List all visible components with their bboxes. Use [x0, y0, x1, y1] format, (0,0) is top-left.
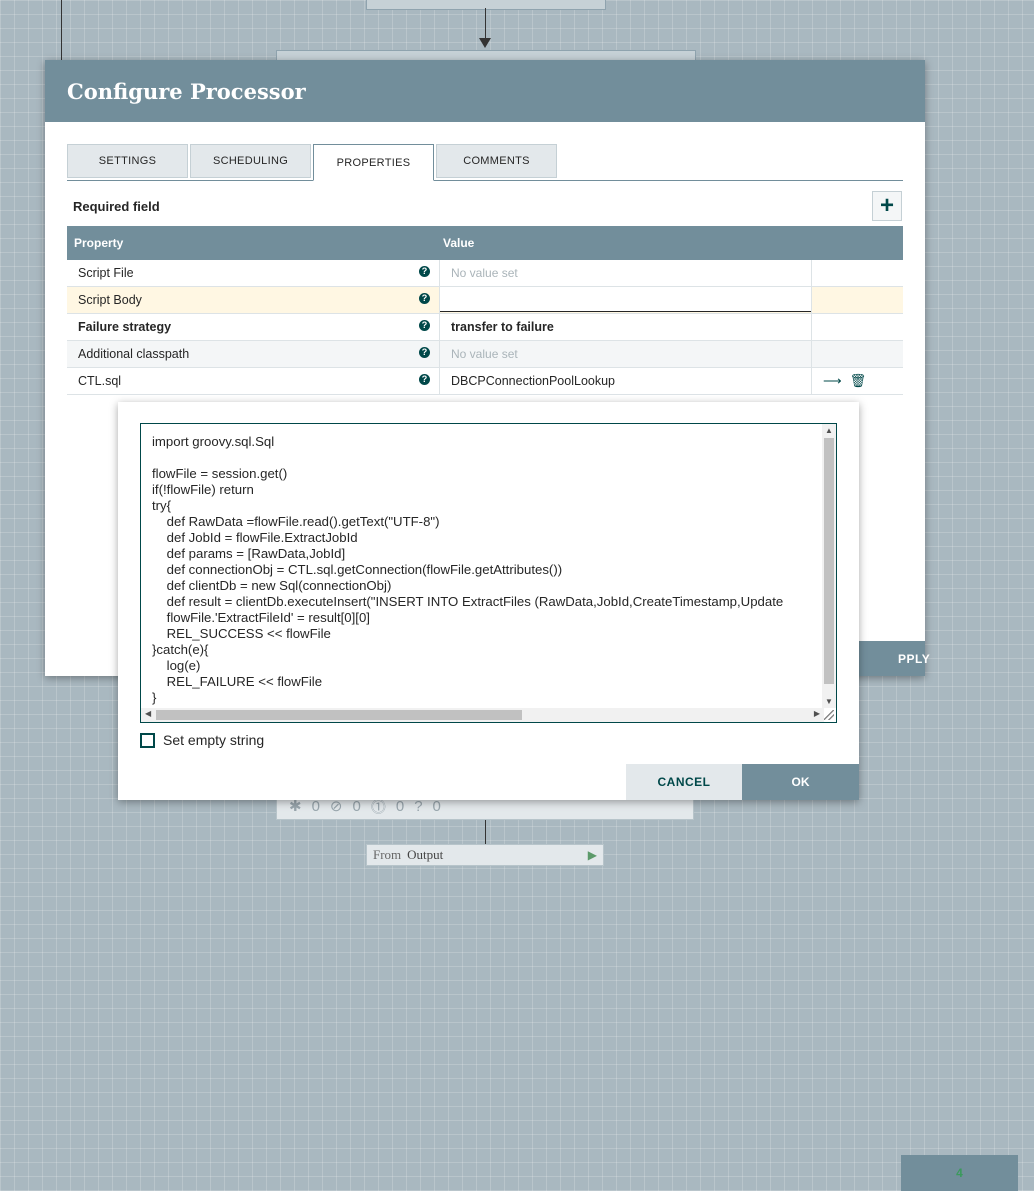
column-divider	[811, 260, 812, 286]
code-line: def params = [RawData,JobId]	[152, 546, 346, 561]
dialog-title: Configure Processor	[45, 60, 925, 122]
help-icon[interactable]: ?	[419, 293, 430, 304]
column-header-property: Property	[74, 236, 124, 250]
column-divider	[811, 314, 812, 340]
canvas-processor-top	[366, 0, 606, 10]
code-line: log(e)	[152, 658, 201, 673]
set-empty-string-label: Set empty string	[163, 732, 265, 748]
code-line: flowFile = session.get()	[152, 466, 288, 481]
code-line: def JobId = flowFile.ExtractJobId	[152, 530, 358, 545]
property-value[interactable]: DBCPConnectionPoolLookup	[451, 374, 615, 388]
scroll-left-icon[interactable]: ◀	[145, 709, 151, 718]
status-count-running: 0	[311, 797, 320, 815]
properties-table: Property Value Script File ? No value se…	[67, 226, 903, 395]
property-value[interactable]: No value set	[451, 347, 518, 361]
column-divider	[439, 314, 440, 340]
delete-trash-icon[interactable]: 🗑	[850, 373, 867, 389]
code-line: REL_SUCCESS << flowFile	[152, 626, 331, 641]
property-name: Additional classpath	[78, 347, 190, 361]
tab-properties[interactable]: PROPERTIES	[313, 144, 434, 181]
property-name: CTL.sql	[78, 374, 122, 388]
connection-arrow-icon	[479, 38, 491, 48]
code-line: try{	[152, 498, 172, 513]
column-header-value: Value	[443, 236, 475, 250]
code-line: REL_FAILURE << flowFile	[152, 674, 323, 689]
status-count-disabled: 0	[432, 797, 441, 815]
help-icon[interactable]: ?	[419, 266, 430, 277]
column-divider	[811, 287, 812, 313]
column-divider	[439, 341, 440, 367]
resize-grip-icon[interactable]	[824, 710, 834, 720]
property-value[interactable]: No value set	[451, 266, 518, 280]
status-count-invalid: 0	[395, 797, 405, 815]
output-label: Output	[407, 847, 444, 862]
code-line: }	[152, 690, 157, 705]
scroll-right-icon[interactable]: ▶	[814, 709, 820, 718]
from-label: From	[373, 847, 402, 862]
help-icon[interactable]: ?	[419, 374, 430, 385]
question-icon: ?	[414, 797, 423, 815]
help-icon[interactable]: ?	[419, 320, 430, 331]
table-row[interactable]: Additional classpath ? No value set	[67, 341, 903, 368]
column-divider	[439, 368, 440, 394]
column-divider	[811, 368, 812, 394]
tab-scheduling[interactable]: SCHEDULING	[190, 144, 311, 178]
script-body-editor: import groovy.sql.Sql flowFile = session…	[118, 402, 859, 800]
from-output-box: From Output ▶	[366, 844, 604, 866]
code-line: def connectionObj = CTL.sql.getConnectio…	[152, 562, 563, 577]
property-value-editing[interactable]	[440, 287, 811, 312]
tab-comments[interactable]: COMMENTS	[436, 144, 557, 178]
script-code: import groovy.sql.Sql flowFile = session…	[152, 434, 783, 706]
horizontal-scroll-thumb[interactable]	[156, 710, 522, 720]
status-count-stopped: 0	[352, 797, 361, 815]
status-count-valid: 4	[901, 1155, 1018, 1191]
scroll-down-icon[interactable]: ▼	[825, 697, 833, 706]
tab-settings[interactable]: SETTINGS	[67, 144, 188, 178]
horizontal-scrollbar[interactable]: ◀ ▶	[141, 708, 824, 722]
connection-line-bottom	[485, 820, 486, 844]
tab-bar: SETTINGS SCHEDULING PROPERTIES COMMENTS	[67, 144, 903, 181]
row-actions: ⟶ 🗑	[823, 373, 866, 389]
scroll-up-icon[interactable]: ▲	[825, 426, 833, 435]
table-row[interactable]: Script Body ?	[67, 287, 903, 314]
help-icon[interactable]: ?	[419, 347, 430, 358]
cancel-button[interactable]: CANCEL	[626, 764, 742, 800]
code-line: flowFile.'ExtractFileId' = result[0][0]	[152, 610, 370, 625]
table-header: Property Value	[67, 226, 903, 260]
add-property-button[interactable]: +	[872, 191, 902, 221]
ok-button[interactable]: OK	[742, 764, 859, 800]
code-line: def RawData =flowFile.read().getText("UT…	[152, 514, 440, 529]
connection-line-left	[61, 0, 62, 62]
code-line: if(!flowFile) return	[152, 482, 254, 497]
code-line: import groovy.sql.Sql	[152, 434, 275, 449]
code-line: }catch(e){	[152, 642, 209, 657]
table-row[interactable]: Failure strategy ? transfer to failure	[67, 314, 903, 341]
table-row[interactable]: Script File ? No value set	[67, 260, 903, 287]
property-value[interactable]: transfer to failure	[451, 320, 554, 334]
column-divider	[811, 341, 812, 367]
property-name: Script Body	[78, 293, 142, 307]
code-line: def clientDb = new Sql(connectionObj)	[152, 578, 392, 593]
code-line: def result = clientDb.executeInsert("INS…	[152, 594, 784, 609]
play-icon: ▶	[587, 847, 597, 862]
vertical-scrollbar[interactable]: ▲ ▼	[822, 424, 836, 708]
property-name: Failure strategy	[78, 320, 172, 334]
go-to-arrow-icon[interactable]: ⟶	[823, 373, 842, 389]
vertical-scroll-thumb[interactable]	[824, 438, 834, 684]
column-divider	[439, 260, 440, 286]
required-field-label: Required field	[73, 199, 160, 214]
set-empty-string-option[interactable]: Set empty string	[140, 732, 264, 748]
table-row[interactable]: CTL.sql ? DBCPConnectionPoolLookup ⟶ 🗑	[67, 368, 903, 395]
set-empty-string-checkbox[interactable]	[140, 732, 155, 748]
script-body-textarea[interactable]: import groovy.sql.Sql flowFile = session…	[140, 423, 837, 723]
property-name: Script File	[78, 266, 134, 280]
